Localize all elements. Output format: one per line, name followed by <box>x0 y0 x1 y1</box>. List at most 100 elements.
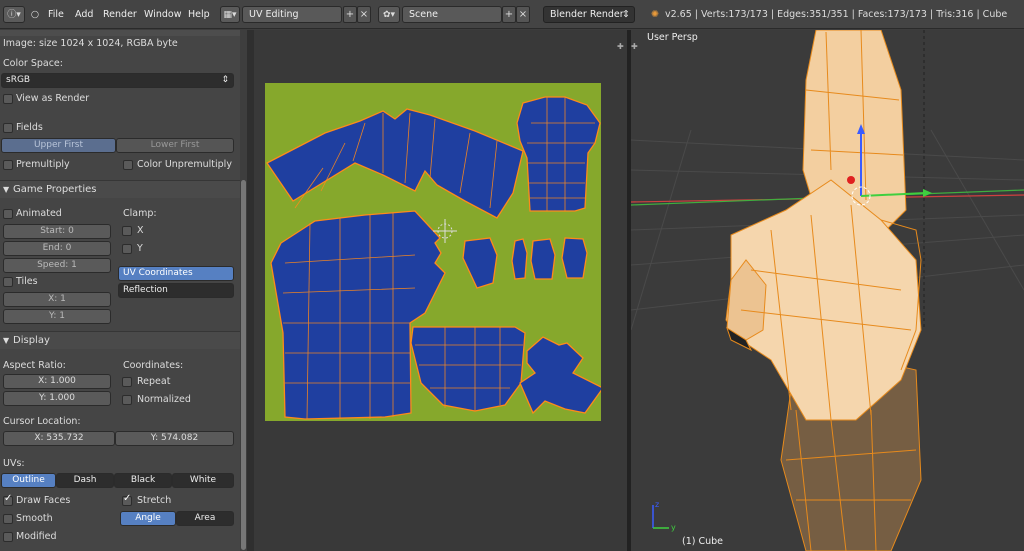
uv-mode-black-button[interactable]: Black <box>114 473 172 488</box>
svg-text:z: z <box>655 500 659 509</box>
view-as-render-checkbox[interactable] <box>3 94 13 104</box>
cursor-y-field[interactable]: Y: 574.082 <box>115 431 234 446</box>
screen-layout-icon[interactable]: ▦▾ <box>220 6 240 23</box>
aspect-x-field[interactable]: X: 1.000 <box>3 374 111 389</box>
mapping-uv-coordinates-button[interactable]: UV Coordinates <box>118 266 234 281</box>
panel-scrollbar[interactable] <box>240 30 247 551</box>
clamp-x-checkbox[interactable] <box>122 226 132 236</box>
repeat-label: Repeat <box>137 376 171 387</box>
tiles-checkbox[interactable] <box>3 277 13 287</box>
draw-faces-label: Draw Faces <box>16 495 71 506</box>
circle-dot-icon[interactable]: ○ <box>30 6 40 23</box>
uv-island-finger-3 <box>530 238 556 280</box>
fields-checkbox[interactable] <box>3 123 13 133</box>
image-info-text: Image: size 1024 x 1024, RGBA byte <box>3 38 178 49</box>
repeat-checkbox[interactable] <box>122 377 132 387</box>
clamp-y-checkbox[interactable] <box>122 244 132 254</box>
scene-field[interactable]: Scene <box>402 6 502 23</box>
game-properties-header[interactable]: ▼ Game Properties <box>0 180 240 198</box>
fields-label: Fields <box>16 122 43 133</box>
tiles-label: Tiles <box>16 276 38 287</box>
triangle-down-icon: ▼ <box>3 336 10 345</box>
remove-scene-icon[interactable]: × <box>516 6 530 23</box>
modified-checkbox[interactable] <box>3 532 13 542</box>
end-field[interactable]: End: 0 <box>3 241 111 256</box>
stretch-angle-button[interactable]: Angle <box>120 511 176 526</box>
tiles-x-field[interactable]: X: 1 <box>3 292 111 307</box>
uv-island-finger-4 <box>561 237 588 279</box>
screen-layout-field[interactable]: UV Editing <box>242 6 342 23</box>
color-unpremultiply-label: Color Unpremultiply <box>137 159 232 170</box>
uv-mode-white-button[interactable]: White <box>172 473 234 488</box>
premultiply-label: Premultiply <box>16 159 70 170</box>
aspect-y-field[interactable]: Y: 1.000 <box>3 391 111 406</box>
stretch-checkbox[interactable] <box>122 493 132 506</box>
scene-statistics: v2.65 | Verts:173/173 | Edges:351/351 | … <box>665 9 1008 20</box>
scrollbar-thumb[interactable] <box>241 180 246 550</box>
image-properties-panel: Image: size 1024 x 1024, RGBA byte Color… <box>0 30 247 551</box>
updown-arrows-icon: ⇕ <box>221 75 229 85</box>
uv-island-finger-2 <box>511 238 528 280</box>
normalized-label: Normalized <box>137 394 191 405</box>
color-space-label: Color Space: <box>3 58 63 69</box>
triangle-down-icon: ▼ <box>3 185 10 194</box>
tiles-y-field[interactable]: Y: 1 <box>3 309 111 324</box>
mapping-reflection-button[interactable]: Reflection <box>118 283 234 298</box>
svg-text:y: y <box>671 523 676 532</box>
cursor-x-field[interactable]: X: 535.732 <box>3 431 115 446</box>
add-screen-icon[interactable]: + <box>343 6 357 23</box>
corner-split-icon[interactable]: ✚ <box>617 42 627 52</box>
clamp-label: Clamp: <box>123 208 157 219</box>
modified-label: Modified <box>16 531 57 542</box>
uv-mode-outline-button[interactable]: Outline <box>1 473 56 488</box>
render-engine-select[interactable]: Blender Render ⇕ <box>543 6 635 23</box>
remove-screen-icon[interactable]: × <box>357 6 371 23</box>
updown-arrows-icon: ⇕ <box>622 9 630 20</box>
3d-viewport[interactable]: User Persp z y ✚ (1) Cube <box>631 30 1024 551</box>
menu-file[interactable]: File <box>48 6 64 23</box>
stretch-area-button[interactable]: Area <box>176 511 234 526</box>
corner-split-icon[interactable]: ✚ <box>631 42 641 52</box>
upper-first-button[interactable]: Upper First <box>1 138 116 153</box>
3d-scene-drawing: z y <box>631 30 1024 551</box>
menu-render[interactable]: Render <box>103 6 137 23</box>
add-scene-icon[interactable]: + <box>502 6 516 23</box>
animated-checkbox[interactable] <box>3 209 13 219</box>
axis-orientation-gizmo-icon: z y <box>652 500 676 532</box>
display-title: Display <box>13 335 50 346</box>
blender-logo-icon: ✺ <box>651 9 659 20</box>
view-as-render-label: View as Render <box>16 93 90 104</box>
scene-icon[interactable]: ✿▾ <box>378 6 400 23</box>
menu-window[interactable]: Window <box>144 6 181 23</box>
render-engine-label: Blender Render <box>550 9 624 20</box>
color-space-value: sRGB <box>6 75 31 85</box>
speed-field[interactable]: Speed: 1 <box>3 258 111 273</box>
lower-first-button[interactable]: Lower First <box>116 138 234 153</box>
color-space-select[interactable]: sRGB ⇕ <box>1 73 234 88</box>
clamp-x-label: X <box>137 225 144 236</box>
uv-mode-dash-button[interactable]: Dash <box>56 473 114 488</box>
stretch-label: Stretch <box>137 495 172 506</box>
info-editor-type-button[interactable]: ⓘ▾ <box>3 6 25 23</box>
draw-faces-checkbox[interactable] <box>3 493 13 506</box>
cursor-location-label: Cursor Location: <box>3 416 81 427</box>
smooth-checkbox[interactable] <box>3 514 13 524</box>
menu-add[interactable]: Add <box>75 6 93 23</box>
color-unpremultiply-checkbox[interactable] <box>123 160 133 170</box>
premultiply-checkbox[interactable] <box>3 160 13 170</box>
uv-islands <box>266 96 601 420</box>
top-header-bar: ⓘ▾ ○ File Add Render Window Help ▦▾ UV E… <box>0 0 1024 29</box>
coordinates-label: Coordinates: <box>123 360 184 371</box>
uvs-label: UVs: <box>3 458 25 469</box>
start-field[interactable]: Start: 0 <box>3 224 111 239</box>
smooth-label: Smooth <box>16 513 53 524</box>
panel-top-strip <box>0 30 240 36</box>
clamp-y-label: Y <box>137 243 143 254</box>
active-object-label: (1) Cube <box>682 536 724 547</box>
display-header[interactable]: ▼ Display <box>0 331 240 349</box>
mesh-object <box>725 30 922 551</box>
uv-texture-image[interactable] <box>265 83 601 421</box>
panel-region-divider <box>247 30 254 551</box>
menu-help[interactable]: Help <box>188 6 210 23</box>
normalized-checkbox[interactable] <box>122 395 132 405</box>
